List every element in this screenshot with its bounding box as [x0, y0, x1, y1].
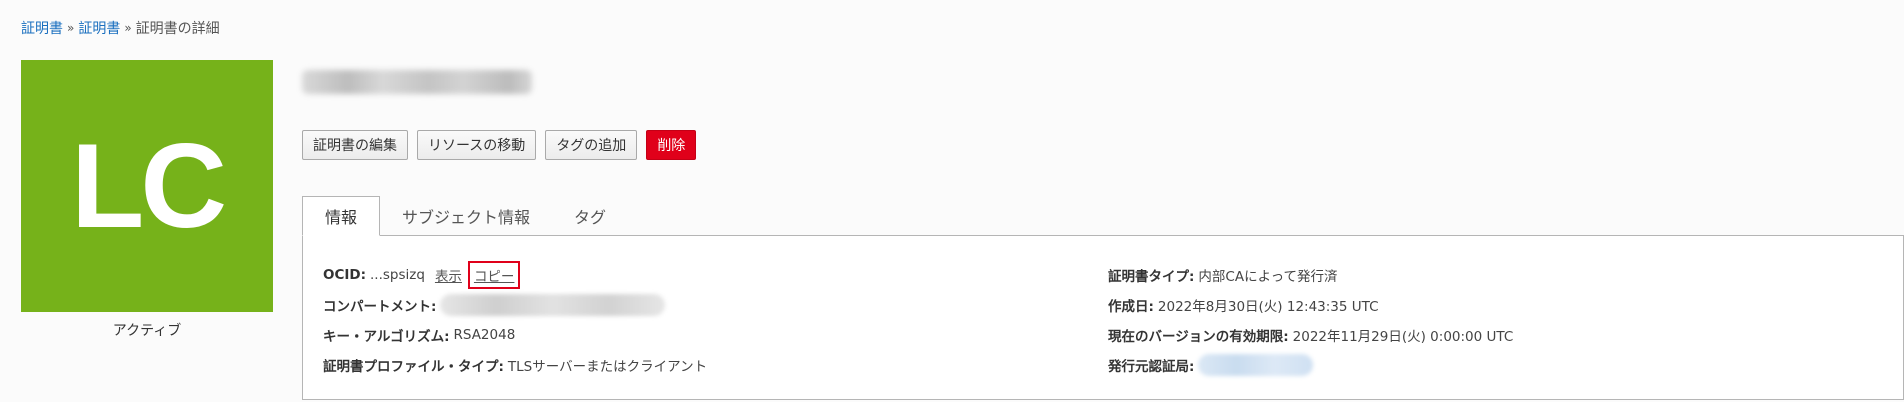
key-algorithm-value: RSA2048 [453, 327, 516, 343]
created-row: 作成日: 2022年8月30日(火) 12:43:35 UTC [1108, 290, 1513, 320]
compartment-row: コンパートメント: [323, 290, 707, 320]
move-resource-button[interactable]: リソースの移動 [417, 130, 537, 160]
resource-initials: LC [71, 119, 227, 253]
show-ocid-link[interactable]: 表示 [435, 265, 462, 285]
breadcrumb-link-certificates-2[interactable]: 証明書 [78, 18, 120, 38]
profile-type-label: 証明書プロファイル・タイプ: [323, 359, 504, 375]
edit-certificate-button[interactable]: 証明書の編集 [302, 130, 408, 160]
validity-value: 2022年11月29日(火) 0:00:00 UTC [1292, 329, 1514, 345]
breadcrumb-link-certificates[interactable]: 証明書 [21, 18, 63, 38]
compartment-value-redacted[interactable] [440, 294, 666, 316]
breadcrumb-current: 証明書の詳細 [135, 21, 220, 37]
issuer-row: 発行元認証局: [1108, 350, 1513, 380]
status-label: アクティブ [112, 323, 182, 339]
issuer-label: 発行元認証局: [1108, 359, 1195, 375]
add-tag-button[interactable]: タグの追加 [545, 130, 638, 160]
breadcrumb-separator: » [67, 21, 75, 35]
certificate-type-value: 内部CAによって発行済 [1198, 269, 1338, 285]
ocid-value: ...spsizq [370, 267, 425, 283]
certificate-type-label: 証明書タイプ: [1108, 269, 1195, 285]
page-title-redacted [302, 70, 532, 94]
key-algorithm-row: キー・アルゴリズム: RSA2048 [323, 320, 707, 350]
delete-button[interactable]: 削除 [646, 130, 697, 160]
copy-ocid-link[interactable]: コピー [467, 261, 521, 289]
profile-type-value: TLSサーバーまたはクライアント [507, 359, 708, 375]
info-column-left: OCID: ...spsizq 表示 コピー コンパートメント: キー・アルゴリ… [323, 260, 707, 380]
tab-tags[interactable]: タグ [552, 196, 628, 236]
resource-avatar-tile: LC [21, 60, 273, 312]
certificate-type-row: 証明書タイプ: 内部CAによって発行済 [1108, 260, 1513, 290]
breadcrumb: 証明書 » 証明書 » 証明書の詳細 [21, 18, 220, 38]
ocid-label: OCID: [323, 267, 367, 283]
key-algorithm-label: キー・アルゴリズム: [323, 329, 450, 345]
compartment-label: コンパートメント: [323, 299, 437, 315]
tab-info[interactable]: 情報 [302, 196, 381, 236]
created-label: 作成日: [1108, 299, 1154, 315]
tab-bar: 情報 サブジェクト情報 タグ [302, 196, 628, 236]
profile-type-row: 証明書プロファイル・タイプ: TLSサーバーまたはクライアント [323, 350, 707, 380]
issuer-value-redacted[interactable] [1198, 354, 1314, 376]
breadcrumb-separator: » [124, 21, 132, 35]
validity-row: 現在のバージョンの有効期限: 2022年11月29日(火) 0:00:00 UT… [1108, 320, 1513, 350]
validity-label: 現在のバージョンの有効期限: [1108, 329, 1289, 345]
tab-subject-info[interactable]: サブジェクト情報 [380, 196, 552, 236]
action-bar: 証明書の編集 リソースの移動 タグの追加 削除 [302, 130, 697, 160]
info-column-right: 証明書タイプ: 内部CAによって発行済 作成日: 2022年8月30日(火) 1… [1108, 260, 1513, 380]
info-panel: OCID: ...spsizq 表示 コピー コンパートメント: キー・アルゴリ… [302, 235, 1904, 400]
created-value: 2022年8月30日(火) 12:43:35 UTC [1157, 299, 1379, 315]
ocid-row: OCID: ...spsizq 表示 コピー [323, 260, 707, 290]
